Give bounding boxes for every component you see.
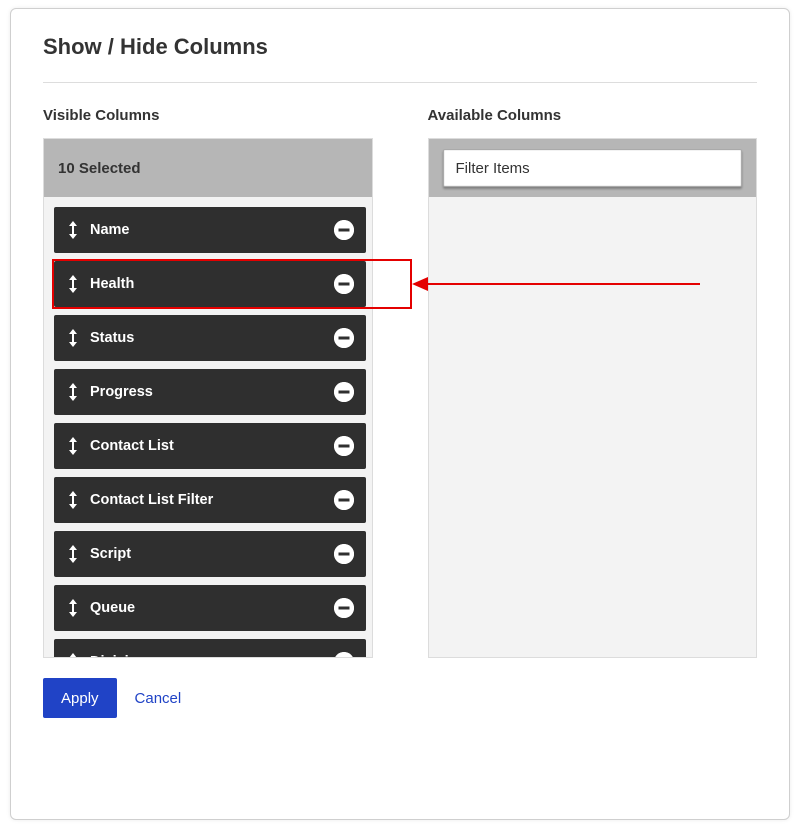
remove-column-icon[interactable] [334,598,354,618]
drag-handle-icon[interactable] [66,221,80,239]
visible-columns-panel: Visible Columns 10 Selected Name Health St… [43,107,373,658]
cancel-button[interactable]: Cancel [135,690,182,707]
remove-column-icon[interactable] [334,220,354,240]
column-item[interactable]: Progress [54,369,366,415]
remove-column-icon[interactable] [334,544,354,564]
arrow-annotation-line [427,283,701,285]
column-item-label: Name [90,222,334,238]
visible-columns-heading: Visible Columns [43,107,373,124]
available-columns-heading: Available Columns [428,107,758,124]
column-item-label: Status [90,330,334,346]
dialog-title: Show / Hide Columns [43,34,757,60]
drag-handle-icon[interactable] [66,545,80,563]
available-columns-listbox [428,138,758,658]
remove-column-icon[interactable] [334,436,354,456]
apply-button[interactable]: Apply [43,678,117,718]
filter-items-input[interactable] [443,149,743,187]
column-item-label: Health [90,276,334,292]
columns-area: Visible Columns 10 Selected Name Health St… [43,107,757,658]
visible-columns-header: 10 Selected [44,139,372,197]
visible-columns-scroll[interactable]: Name Health Status Progress Contact List Cont… [44,197,372,657]
column-item-label: Contact List [90,438,334,454]
column-item-label: Queue [90,600,334,616]
column-item[interactable]: Contact List Filter [54,477,366,523]
remove-column-icon[interactable] [334,652,354,657]
selected-count-label: 10 Selected [58,160,141,177]
drag-handle-icon[interactable] [66,599,80,617]
drag-handle-icon[interactable] [66,383,80,401]
remove-column-icon[interactable] [334,382,354,402]
column-item[interactable]: Queue [54,585,366,631]
drag-handle-icon[interactable] [66,653,80,657]
remove-column-icon[interactable] [334,274,354,294]
column-item[interactable]: Script [54,531,366,577]
column-item[interactable]: Status [54,315,366,361]
column-item-label: Progress [90,384,334,400]
available-columns-panel: Available Columns [428,107,758,658]
column-item[interactable]: Division [54,639,366,657]
remove-column-icon[interactable] [334,328,354,348]
drag-handle-icon[interactable] [66,329,80,347]
column-item-label: Division [90,654,334,657]
available-columns-scroll[interactable] [429,197,757,657]
divider [43,82,757,83]
dialog-footer: Apply Cancel [43,678,757,718]
show-hide-columns-dialog: Show / Hide Columns Visible Columns 10 S… [10,8,790,820]
column-item[interactable]: Name [54,207,366,253]
visible-columns-listbox: 10 Selected Name Health Status Progress Cont… [43,138,373,658]
available-columns-header [429,139,757,197]
drag-handle-icon[interactable] [66,275,80,293]
column-item[interactable]: Contact List [54,423,366,469]
column-item-label: Script [90,546,334,562]
remove-column-icon[interactable] [334,490,354,510]
column-item[interactable]: Health [54,261,366,307]
drag-handle-icon[interactable] [66,491,80,509]
column-item-label: Contact List Filter [90,492,334,508]
arrow-annotation-head [412,277,428,291]
drag-handle-icon[interactable] [66,437,80,455]
